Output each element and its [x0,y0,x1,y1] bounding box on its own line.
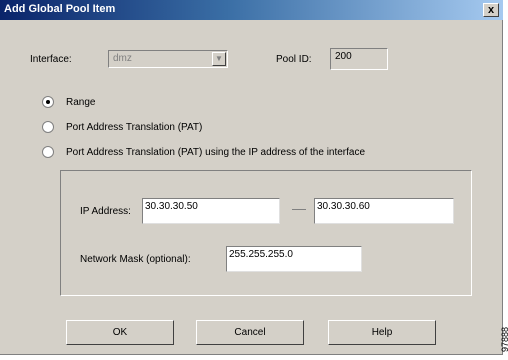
figure-id: 97888 [500,326,508,352]
dialog-title: Add Global Pool Item [4,3,116,15]
close-button[interactable]: x [483,3,499,17]
ip-end-value: 30.30.30.60 [317,201,370,212]
add-global-pool-dialog: Add Global Pool Item x Interface: dmz ▼ … [0,0,503,355]
interface-value: dmz [113,53,132,64]
ip-start-field[interactable]: 30.30.30.50 [142,198,280,224]
option-range-label: Range [66,97,96,108]
network-mask-field[interactable]: 255.255.255.0 [226,246,362,272]
pool-id-label: Pool ID: [276,54,312,65]
pool-id-field: 200 [330,48,388,70]
title-bar: Add Global Pool Item x [0,0,503,20]
pool-id-value: 200 [335,51,352,62]
ip-end-field[interactable]: 30.30.30.60 [314,198,454,224]
ok-button[interactable]: OK [66,320,174,345]
cancel-button[interactable]: Cancel [196,320,304,345]
option-pat-label: Port Address Translation (PAT) [66,122,203,133]
radio-range[interactable] [42,96,54,108]
help-button[interactable]: Help [328,320,436,345]
interface-dropdown[interactable]: dmz ▼ [108,50,228,68]
range-separator [292,209,306,210]
option-pat-interface-label: Port Address Translation (PAT) using the… [66,147,366,158]
network-mask-value: 255.255.255.0 [229,249,293,260]
ip-start-value: 30.30.30.50 [145,201,198,212]
network-mask-label: Network Mask (optional): [80,254,191,265]
address-group-box [60,170,472,296]
ip-address-label: IP Address: [80,206,131,217]
interface-label: Interface: [30,54,72,65]
chevron-down-icon[interactable]: ▼ [212,52,226,66]
radio-pat-interface[interactable] [42,146,54,158]
radio-pat[interactable] [42,121,54,133]
